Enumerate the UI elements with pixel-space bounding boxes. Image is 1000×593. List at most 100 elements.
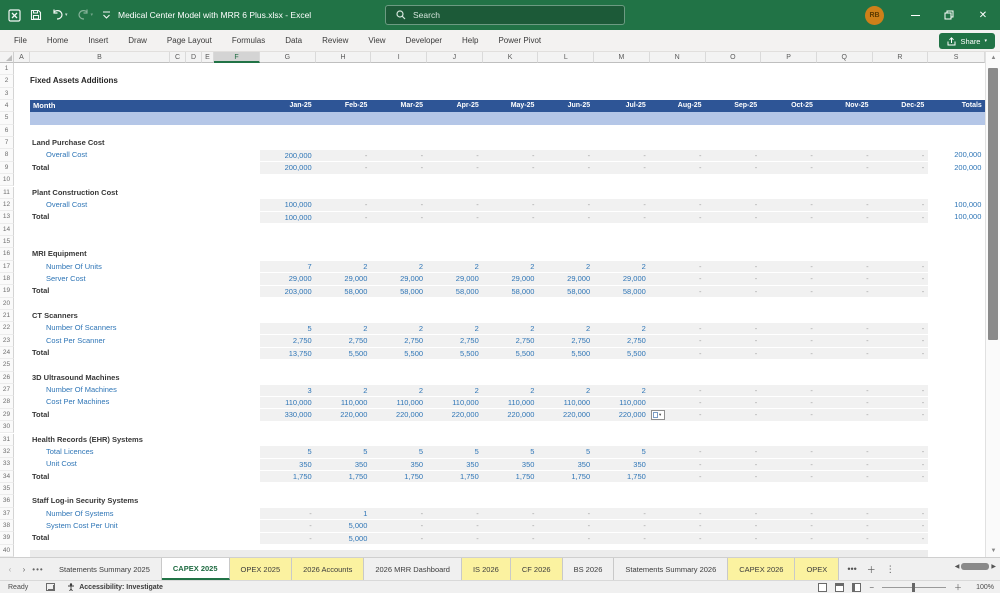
cell-I24[interactable]: 5,500 [371,348,427,359]
ribbon-tab-view[interactable]: View [358,30,395,52]
cell-L13[interactable]: - [538,212,594,223]
cell-P4[interactable]: Oct-25 [761,100,817,112]
cell-O24[interactable]: - [706,348,762,359]
cell-M37[interactable]: - [594,508,650,519]
cell-I34[interactable]: 1,750 [371,471,427,482]
cell-P32[interactable]: - [761,446,817,457]
cell-B19[interactable]: Total [30,285,49,297]
cell-I23[interactable]: 2,750 [371,335,427,346]
row-header-28[interactable]: 28 [0,396,14,409]
sheet-tab-opex-2025[interactable]: OPEX 2025 [229,558,293,580]
row-header-14[interactable]: 14 [0,223,14,236]
cell-K32[interactable]: 5 [483,446,539,457]
cell-L33[interactable]: 350 [538,459,594,470]
cell-P23[interactable]: - [761,335,817,346]
row-header-20[interactable]: 20 [0,297,14,310]
cell-N39[interactable]: - [650,533,706,544]
cell-P29[interactable]: - [761,409,817,420]
cell-H19[interactable]: 58,000 [316,286,372,297]
cell-R17[interactable]: - [873,261,929,272]
cell-G13[interactable]: 100,000 [260,212,316,223]
cell-J24[interactable]: 5,500 [427,348,483,359]
cell-B7[interactable]: Land Purchase Cost [30,137,105,149]
cell-G8[interactable]: 200,000 [260,150,316,161]
cell-K24[interactable]: 5,500 [483,348,539,359]
row-header-30[interactable]: 30 [0,421,14,434]
close-button[interactable]: ✕ [966,0,1000,30]
row-header-18[interactable]: 18 [0,272,14,286]
cell-L17[interactable]: 2 [538,261,594,272]
cell-M28[interactable]: 110,000 [594,397,650,408]
cell-Q22[interactable]: - [817,323,873,334]
cell-M38[interactable]: - [594,520,650,531]
cell-J29[interactable]: 220,000 [427,409,483,420]
cell-H28[interactable]: 110,000 [316,397,372,408]
cell-N23[interactable]: - [650,335,706,346]
cell-N28[interactable]: - [650,397,706,408]
column-header-G[interactable]: G [260,52,316,63]
cell-O4[interactable]: Sep-25 [706,100,762,112]
cell-Q13[interactable]: - [817,212,873,223]
sheet-tab-capex-2026[interactable]: CAPEX 2026 [728,558,796,580]
cell-I8[interactable]: - [371,150,427,161]
cell-G39[interactable]: - [260,533,316,544]
cell-G18[interactable]: 29,000 [260,273,316,284]
cell-N18[interactable]: - [650,273,706,284]
cell-G29[interactable]: 330,000 [260,409,316,420]
cell-Q24[interactable]: - [817,348,873,359]
horizontal-scrollbar-thumb[interactable] [961,563,990,570]
cell-B18[interactable]: Server Cost [30,273,86,285]
column-header-O[interactable]: O [705,52,762,63]
row-header-40[interactable]: 40 [0,544,14,557]
cell-J23[interactable]: 2,750 [427,335,483,346]
cell-B4[interactable]: Month [30,100,260,112]
cell-H18[interactable]: 29,000 [316,273,372,284]
row-header-8[interactable]: 8 [0,149,14,162]
cell-N19[interactable]: - [650,286,706,297]
cell-Q23[interactable]: - [817,335,873,346]
cell-J19[interactable]: 58,000 [427,286,483,297]
cell-N17[interactable]: - [650,261,706,272]
cell-Q38[interactable]: - [817,520,873,531]
horizontal-scrollbar[interactable]: ◀ ▶ [955,563,996,570]
cell-P38[interactable]: - [761,520,817,531]
sheet-tab-cf-2026[interactable]: CF 2026 [510,558,563,580]
scroll-up-arrow[interactable]: ▲ [986,52,1000,64]
cell-L23[interactable]: 2,750 [538,335,594,346]
cell-I22[interactable]: 2 [371,323,427,334]
cell-L8[interactable]: - [538,150,594,161]
row-header-7[interactable]: 7 [0,137,14,150]
vertical-scrollbar-thumb[interactable] [988,68,998,340]
ribbon-tab-help[interactable]: Help [452,30,488,52]
cell-J39[interactable]: - [427,533,483,544]
cell-P17[interactable]: - [761,261,817,272]
cell-B36[interactable]: Staff Log-in Security Systems [30,495,138,507]
cell-R18[interactable]: - [873,273,929,284]
row-header-31[interactable]: 31 [0,433,14,446]
cell-R24[interactable]: - [873,348,929,359]
cell-Q17[interactable]: - [817,261,873,272]
cell-M12[interactable]: - [594,199,650,210]
cell-H8[interactable]: - [316,150,372,161]
ribbon-tab-power-pivot[interactable]: Power Pivot [488,30,551,52]
excel-app-icon[interactable] [8,8,21,22]
cell-P28[interactable]: - [761,397,817,408]
ribbon-tab-draw[interactable]: Draw [118,30,157,52]
cell-J38[interactable]: - [427,520,483,531]
sheet-nav-more-icon[interactable]: ••• [32,565,44,574]
cell-R19[interactable]: - [873,286,929,297]
cell-B26[interactable]: 3D Ultrasound Machines [30,372,120,384]
cell-B22[interactable]: Number Of Scanners [30,322,116,334]
ribbon-tab-developer[interactable]: Developer [396,30,452,52]
cell-S12[interactable]: 100,000 [928,199,983,211]
cell-H39[interactable]: 5,000 [316,533,372,544]
cell-K23[interactable]: 2,750 [483,335,539,346]
column-header-A[interactable]: A [14,52,30,63]
column-header-J[interactable]: J [427,52,483,63]
row-header-37[interactable]: 37 [0,507,14,520]
table-subheader-band[interactable] [30,112,985,125]
cell-K39[interactable]: - [483,533,539,544]
cell-H32[interactable]: 5 [316,446,372,457]
cell-Q12[interactable]: - [817,199,873,210]
column-header-L[interactable]: L [538,52,595,63]
